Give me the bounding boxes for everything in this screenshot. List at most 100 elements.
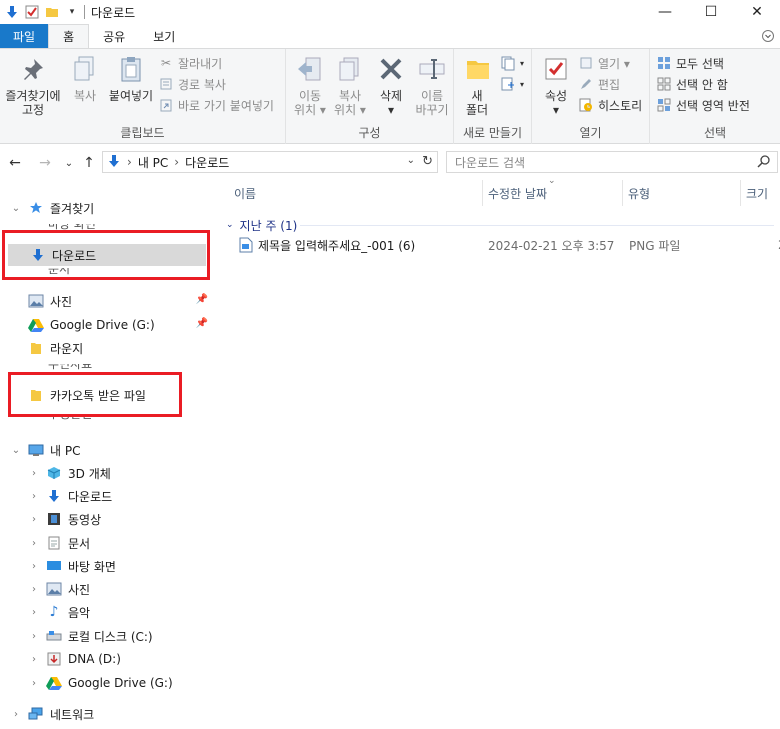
address-dropdown-icon[interactable]: ⌄: [407, 155, 415, 166]
nav-pc-3d-label: 3D 개체: [68, 466, 111, 481]
chevron-right-icon[interactable]: ›: [28, 631, 40, 642]
nav-pc-videos[interactable]: › 동영상: [0, 508, 216, 530]
chevron-right-icon[interactable]: ›: [28, 468, 40, 479]
new-folder-button[interactable]: 새 폴더: [462, 53, 492, 117]
nav-item-gdrive[interactable]: Google Drive (G:) 📌: [0, 314, 216, 336]
file-row[interactable]: 제목을 입력해주세요_-001 (6) 2024-02-21 오후 3:57 P…: [230, 234, 780, 256]
breadcrumb-current[interactable]: 다운로드: [185, 154, 229, 171]
chevron-right-icon[interactable]: ›: [28, 678, 40, 689]
column-separator[interactable]: [740, 180, 741, 206]
chevron-down-icon[interactable]: ⌄: [10, 203, 22, 214]
forward-arrow-icon[interactable]: →: [36, 154, 54, 172]
organize-group-label: 구성: [358, 126, 381, 140]
search-input[interactable]: 다운로드 검색: [446, 151, 778, 173]
chevron-right-icon[interactable]: ›: [28, 654, 40, 665]
nav-pc-local-disk[interactable]: › 로컬 디스크 (C:): [0, 625, 216, 647]
chevron-right-icon[interactable]: ›: [28, 607, 40, 618]
ribbon: 즐겨찾기에 고정 복사 붙여넣기 ✂ 잘라내기 경로 복사 바로 가기 붙여넣기…: [0, 48, 780, 144]
breadcrumb-separator-icon: ›: [127, 155, 132, 169]
nav-pc-documents[interactable]: › 문서: [0, 532, 216, 554]
nav-quick-access[interactable]: ⌄ 즐겨찾기: [0, 197, 216, 219]
group-header[interactable]: ⌄ 지난 주 (1): [226, 216, 297, 234]
new-item-icon: [500, 55, 516, 71]
chevron-right-icon[interactable]: ›: [28, 561, 40, 572]
copy-to-button[interactable]: 복사 위치 ▾: [330, 53, 370, 117]
column-separator[interactable]: [622, 180, 623, 206]
properties-button[interactable]: 속성 ▾: [538, 53, 574, 117]
computer-icon: [28, 442, 44, 458]
cut-label: 잘라내기: [178, 56, 223, 71]
nav-pc-pictures-label: 사진: [68, 582, 91, 597]
tab-view[interactable]: 보기: [139, 24, 189, 48]
column-header-modified[interactable]: 수정한 날짜 ⌄: [484, 176, 622, 208]
desktop-icon: [46, 558, 62, 574]
chevron-down-icon[interactable]: ⌄: [10, 445, 22, 456]
nav-pc-downloads[interactable]: › 다운로드: [0, 485, 216, 507]
nav-this-pc[interactable]: ⌄ 내 PC: [0, 439, 216, 461]
new-folder-icon[interactable]: [44, 4, 60, 20]
back-arrow-icon[interactable]: ←: [6, 154, 24, 172]
rename-button[interactable]: 이름 바꾸기: [412, 53, 452, 117]
column-header-name[interactable]: 이름: [230, 178, 482, 208]
customize-dropdown-icon[interactable]: ▾: [64, 4, 80, 20]
easy-access-button[interactable]: ▾: [500, 74, 524, 94]
new-item-button[interactable]: ▾: [500, 53, 524, 73]
nav-network[interactable]: › 네트워크: [0, 703, 216, 725]
tab-home[interactable]: 홈: [48, 24, 90, 48]
nav-pc-dna[interactable]: › DNA (D:): [0, 648, 216, 670]
pictures-icon: [28, 293, 44, 309]
close-button[interactable]: ✕: [734, 0, 780, 24]
edit-button[interactable]: 편집: [578, 74, 620, 94]
nav-pc-pictures[interactable]: › 사진: [0, 578, 216, 600]
file-name: 제목을 입력해주세요_-001 (6): [258, 238, 416, 253]
pin-label-2: 고정: [21, 103, 45, 117]
address-bar[interactable]: › 내 PC › 다운로드 ⌄ ↻: [102, 151, 438, 173]
minimize-button[interactable]: —: [642, 0, 688, 24]
move-to-button[interactable]: 이동 위치 ▾: [290, 53, 330, 117]
nav-pc-desktop-label: 바탕 화면: [68, 559, 116, 574]
clipboard-group-label: 클립보드: [120, 126, 165, 140]
nav-pc-gdrive[interactable]: › Google Drive (G:): [0, 672, 216, 694]
nav-item-lounge[interactable]: 라운지: [0, 337, 216, 359]
invert-selection-button[interactable]: 선택 영역 반전: [656, 95, 750, 115]
select-all-button[interactable]: 모두 선택: [656, 53, 724, 73]
delete-button[interactable]: 삭제 ▾: [374, 53, 408, 117]
pin-icon: 📌: [195, 294, 208, 305]
chevron-right-icon[interactable]: ›: [28, 584, 40, 595]
nav-item-pictures[interactable]: 사진 📌: [0, 290, 216, 312]
column-header-size[interactable]: 크기: [742, 178, 780, 208]
nav-pc-desktop[interactable]: › 바탕 화면: [0, 555, 216, 577]
copy-button[interactable]: 복사: [68, 53, 102, 103]
chevron-right-icon[interactable]: ›: [28, 491, 40, 502]
cut-button[interactable]: ✂ 잘라내기: [158, 53, 222, 73]
up-arrow-icon[interactable]: ↑: [80, 154, 98, 172]
chevron-down-icon[interactable]: [762, 30, 774, 42]
refresh-icon[interactable]: ↻: [422, 154, 433, 169]
history-button[interactable]: 히스토리: [578, 95, 642, 115]
tab-share[interactable]: 공유: [89, 24, 139, 48]
open-group-label: 열기: [579, 126, 602, 140]
copy-path-button[interactable]: 경로 복사: [158, 74, 226, 94]
down-arrow-icon[interactable]: [4, 4, 20, 20]
breadcrumb-root[interactable]: 내 PC: [138, 154, 168, 171]
delete-label-1: 삭제: [379, 89, 403, 103]
pin-quick-access-button[interactable]: 즐겨찾기에 고정: [4, 53, 62, 117]
select-none-button[interactable]: 선택 안 함: [656, 74, 728, 94]
nav-pc-music[interactable]: › ♪ 음악: [0, 601, 216, 623]
column-separator[interactable]: [482, 180, 483, 206]
pictures-icon: [46, 581, 62, 597]
maximize-button[interactable]: ☐: [688, 0, 734, 24]
chevron-right-icon[interactable]: ›: [10, 709, 22, 720]
open-button[interactable]: 열기 ▾: [578, 53, 630, 73]
recent-locations-chevron-icon[interactable]: ⌄: [60, 154, 78, 172]
chevron-right-icon[interactable]: ›: [28, 538, 40, 549]
paste-shortcut-button[interactable]: 바로 가기 붙여넣기: [158, 95, 274, 115]
paste-button[interactable]: 붙여넣기: [106, 53, 156, 103]
usb-drive-icon: [46, 651, 62, 667]
column-header-type[interactable]: 유형: [624, 178, 740, 208]
properties-checkbox-icon[interactable]: [24, 4, 40, 20]
chevron-right-icon[interactable]: ›: [28, 514, 40, 525]
tab-file[interactable]: 파일: [0, 24, 49, 48]
invert-selection-icon: [656, 97, 672, 113]
nav-pc-3d[interactable]: › 3D 개체: [0, 462, 216, 484]
